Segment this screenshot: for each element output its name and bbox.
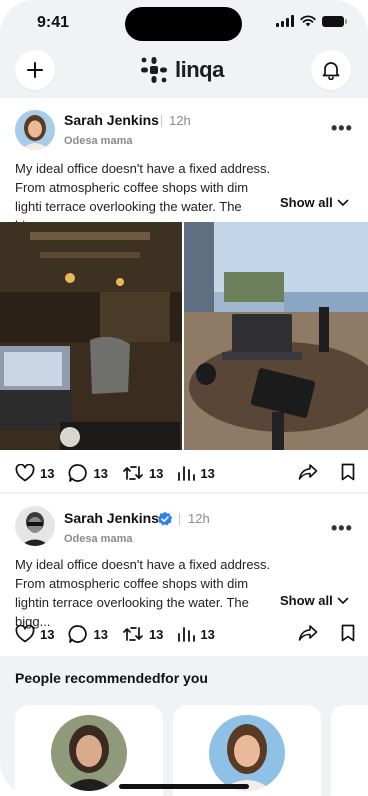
views-count: 13 xyxy=(200,465,215,481)
status-bar: 9:41 xyxy=(0,0,368,46)
avatar[interactable] xyxy=(15,110,55,150)
plus-icon xyxy=(27,62,43,78)
post-right-actions xyxy=(298,624,356,642)
recommended-person-card[interactable] xyxy=(173,705,321,796)
comment-count: 13 xyxy=(93,465,108,481)
system-icons xyxy=(276,15,347,27)
verified-badge-icon xyxy=(157,511,173,526)
repost-count: 13 xyxy=(148,626,164,642)
views-button[interactable]: 13 xyxy=(177,464,215,482)
notifications-button[interactable] xyxy=(311,50,351,90)
author-subtitle: Odesa mama xyxy=(64,135,133,147)
post-image-cafe[interactable] xyxy=(0,222,182,450)
author-subtitle: Odesa mama xyxy=(64,533,133,545)
heart-icon xyxy=(15,464,35,482)
post-time: 12h xyxy=(169,113,191,128)
avatar[interactable] xyxy=(209,715,285,791)
post-card: Sarah Jenkins 12h Odesa mama ••• My idea… xyxy=(0,494,368,656)
repost-button[interactable]: 13 xyxy=(122,464,163,482)
phone-screen: 9:41 linqa Sarah Jenkins 12h Odesa mama … xyxy=(0,0,368,796)
bell-icon xyxy=(322,62,340,80)
post-actions: 13 13 13 13 xyxy=(15,624,229,644)
comment-button[interactable]: 13 xyxy=(68,624,108,644)
author-name[interactable]: Sarah Jenkins xyxy=(64,112,159,128)
comment-icon xyxy=(69,464,88,482)
avatar[interactable] xyxy=(15,506,55,546)
share-icon[interactable] xyxy=(298,463,318,481)
logo-icon xyxy=(141,57,167,83)
like-button[interactable]: 13 xyxy=(15,464,54,482)
post-card: Sarah Jenkins 12h Odesa mama ••• My idea… xyxy=(0,98,368,492)
post-time: 12h xyxy=(188,511,210,526)
comment-button[interactable]: 13 xyxy=(68,463,108,483)
repost-icon xyxy=(123,627,143,641)
wifi-icon xyxy=(300,15,316,27)
post-right-actions xyxy=(298,463,356,481)
like-button[interactable]: 13 xyxy=(15,625,54,643)
recommended-title: People recommendedfor you xyxy=(15,670,208,686)
comment-count: 13 xyxy=(93,626,108,642)
views-count: 13 xyxy=(200,626,215,642)
repost-count: 13 xyxy=(148,465,164,481)
like-count: 13 xyxy=(40,465,55,481)
more-options-icon[interactable]: ••• xyxy=(331,118,353,139)
dynamic-island xyxy=(125,7,242,41)
avatar[interactable] xyxy=(51,715,127,791)
recommended-person-card[interactable] xyxy=(331,705,368,796)
post-actions: 13 13 13 13 xyxy=(15,463,229,483)
chevron-down-icon xyxy=(337,597,349,604)
like-count: 13 xyxy=(40,626,55,642)
more-options-icon[interactable]: ••• xyxy=(331,518,353,539)
add-button[interactable] xyxy=(15,50,55,90)
author-name[interactable]: Sarah Jenkins xyxy=(64,510,159,526)
show-all-link[interactable]: Show all xyxy=(280,195,349,210)
stats-icon xyxy=(178,627,196,642)
stats-icon xyxy=(178,466,196,481)
show-all-link[interactable]: Show all xyxy=(280,593,349,608)
bookmark-icon[interactable] xyxy=(340,624,356,642)
divider xyxy=(161,115,162,127)
comment-icon xyxy=(69,625,88,643)
battery-icon xyxy=(322,15,347,27)
logo-text: linqa xyxy=(175,57,224,82)
post-text: My ideal office doesn't have a fixed add… xyxy=(15,557,271,629)
status-time: 9:41 xyxy=(37,14,70,31)
show-all-label: Show all xyxy=(280,593,333,608)
share-icon[interactable] xyxy=(298,624,318,642)
recommended-person-card[interactable] xyxy=(15,705,163,796)
repost-icon xyxy=(123,466,143,480)
app-logo: linqa xyxy=(139,55,224,85)
repost-button[interactable]: 13 xyxy=(122,625,163,643)
divider xyxy=(179,513,180,525)
post-image-terrace[interactable] xyxy=(184,222,368,450)
cellular-signal-icon xyxy=(276,15,294,27)
views-button[interactable]: 13 xyxy=(177,625,215,643)
chevron-down-icon xyxy=(337,199,349,206)
bookmark-icon[interactable] xyxy=(340,463,356,481)
show-all-label: Show all xyxy=(280,195,333,210)
home-indicator[interactable] xyxy=(119,784,249,789)
heart-icon xyxy=(15,625,35,643)
